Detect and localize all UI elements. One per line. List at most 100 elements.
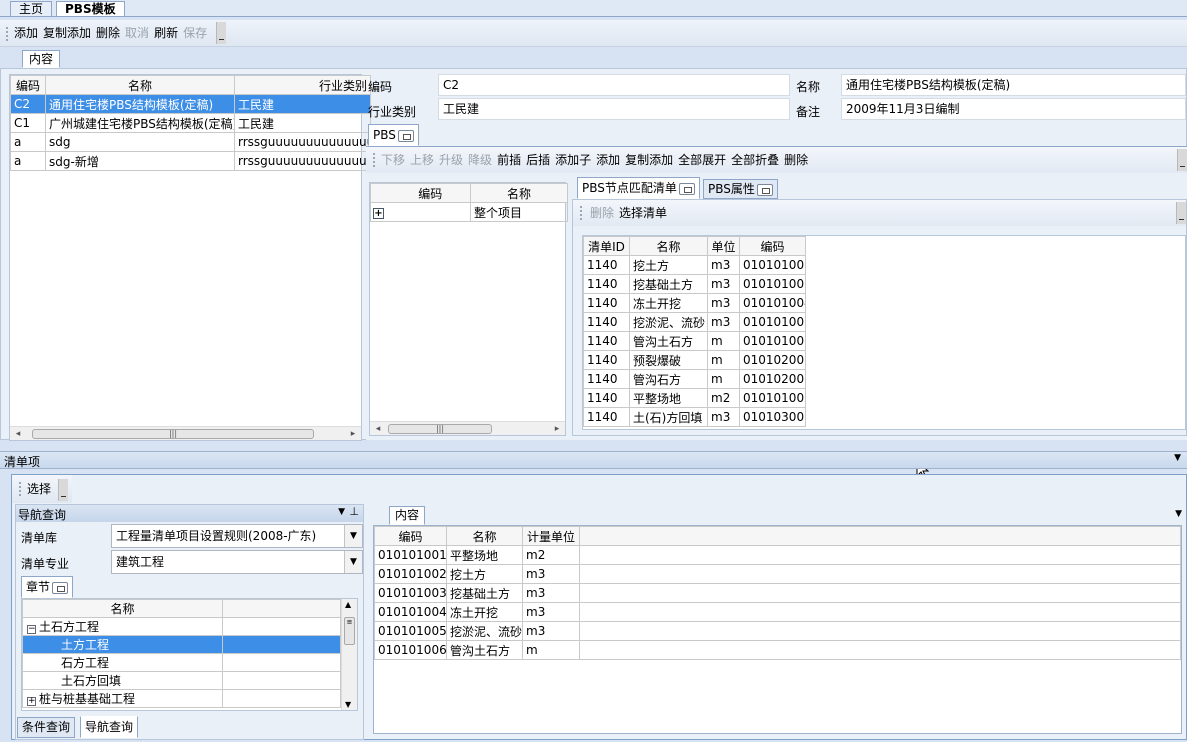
col-header-name[interactable]: 名称 [22,599,223,618]
tree-row[interactable]: 土石方回填 [22,671,341,690]
collapse-chevron-icon[interactable]: ▼ [1174,453,1181,463]
chevron-down-icon[interactable]: ▼ [344,551,362,573]
lib-select[interactable]: 工程量清单项目设置规则(2008-广东) ▼ [111,524,363,548]
pbs-add-button[interactable]: 添加 [596,153,620,167]
col-header-name[interactable]: 名称 [446,526,523,546]
table-row[interactable]: asdg-新增rrssguuuuuuuuuuuuuuuu [10,151,371,171]
upgrade-button[interactable]: 升级 [439,153,463,167]
scroll-left-icon[interactable]: ◂ [372,422,384,436]
major-select[interactable]: 建筑工程 ▼ [111,550,363,574]
tab-match-list[interactable]: PBS节点匹配清单 [577,177,700,199]
expand-all-button[interactable]: 全部展开 [678,153,726,167]
table-row[interactable]: C2 通用住宅楼PBS结构模板(定稿) 工民建 [10,94,371,114]
col-header-unit[interactable]: 单位 [707,236,740,256]
col-header-code[interactable]: 编码 [10,75,46,95]
collapse-icon[interactable]: − [27,625,36,634]
copy-add-button[interactable]: 复制添加 [43,26,91,40]
cancel-button[interactable]: 取消 [125,26,149,40]
tree-row[interactable]: + 桩与桩基基础工程 [22,689,341,708]
scroll-right-icon[interactable]: ▸ [347,427,359,441]
toolbar-overflow-button[interactable] [216,22,226,44]
scroll-thumb[interactable]: ≡ [344,617,355,645]
tab-chapter[interactable]: 章节 [21,576,74,598]
select-button[interactable]: 选择 [27,482,51,496]
refresh-button[interactable]: 刷新 [154,26,178,40]
pbs-toolbar-overflow-button[interactable] [1177,149,1187,171]
table-row[interactable]: asdgrrssguuuuuuuuuuuuuuuu [10,132,371,152]
expand-icon[interactable]: + [373,208,384,219]
table-row[interactable]: 1140 冻土开挖 m3 010101004 [583,293,806,313]
table-row[interactable]: 1140 管沟石方 m 010102003 [583,369,806,389]
pin-icon[interactable] [52,581,69,594]
table-row[interactable]: 1140 预裂爆破 m 010102001 [583,350,806,370]
pbs-tree-hscrollbar[interactable]: ◂ ||| ▸ [370,421,565,435]
table-row[interactable]: 010101001 平整场地 m2 [374,545,1181,565]
col-header-code[interactable]: 编码 [739,236,806,256]
pin-icon[interactable] [678,182,695,195]
table-row[interactable]: 1140 挖基础土方 m3 010101003 [583,274,806,294]
table-row[interactable]: 010101004 冻土开挖 m3 [374,602,1181,622]
tab-pbs-props[interactable]: PBS属性 [703,179,778,199]
scroll-down-icon[interactable]: ▼ [345,700,351,709]
remark-field[interactable]: 2009年11月3日编制 [841,98,1186,120]
collapse-all-button[interactable]: 全部折叠 [731,153,779,167]
col-header-list-id[interactable]: 清单ID [583,236,630,256]
match-delete-button[interactable]: 删除 [590,206,614,220]
pin-icon[interactable] [756,183,773,196]
table-row[interactable]: 1140 平整场地 m2 010101001 [583,388,806,408]
scroll-left-icon[interactable]: ◂ [12,427,24,441]
move-up-button[interactable]: 上移 [410,153,434,167]
pin-icon[interactable]: ⊥ [349,505,359,518]
col-header-unit[interactable]: 计量单位 [522,526,580,546]
scroll-thumb[interactable]: ||| [32,429,314,439]
table-row[interactable]: 010101006 管沟土石方 m [374,640,1181,660]
scroll-thumb[interactable]: ||| [388,424,492,434]
move-down-button[interactable]: 下移 [381,153,405,167]
scroll-right-icon[interactable]: ▸ [551,422,563,436]
table-row[interactable]: 010101005 挖淤泥、流砂 m3 [374,621,1181,641]
chevron-down-icon[interactable]: ▼ [344,525,362,547]
tab-items-content[interactable]: 内容 [389,506,426,525]
name-field[interactable]: 通用住宅楼PBS结构模板(定稿) [841,74,1186,96]
tab-pbs-template[interactable]: PBS模板 [56,1,125,16]
table-row[interactable]: C1 广州城建住宅楼PBS结构模板(定稿) 工民建 [10,113,371,133]
template-list-hscrollbar[interactable]: ◂ ||| ▸ [10,426,361,440]
tab-pbs[interactable]: PBS [368,124,419,146]
match-toolbar-overflow-button[interactable] [1176,202,1186,224]
code-field[interactable]: C2 [438,74,790,96]
tab-content[interactable]: 内容 [22,50,61,68]
col-header-name[interactable]: 名称 [45,75,235,95]
table-row[interactable]: 010101003 挖基础土方 m3 [374,583,1181,603]
table-row[interactable]: 1140 挖土方 m3 010101002 [583,255,806,275]
col-header-industry[interactable]: 行业类别 [234,75,371,95]
add-button[interactable]: 添加 [14,26,38,40]
tree-row[interactable]: 石方工程 [22,653,341,672]
tab-nav-query[interactable]: 导航查询 [80,716,139,738]
delete-button[interactable]: 删除 [96,26,120,40]
tree-row[interactable]: − 土石方工程 [22,617,341,636]
pbs-delete-button[interactable]: 删除 [784,153,808,167]
select-list-button[interactable]: 选择清单 [619,206,667,220]
pbs-toolbar-grip[interactable] [373,153,376,167]
tab-condition-query[interactable]: 条件查询 [17,717,76,738]
insert-after-button[interactable]: 后插 [526,153,550,167]
bottom-toolbar-grip[interactable] [19,482,22,496]
table-row[interactable]: 010101002 挖土方 m3 [374,564,1181,584]
pin-icon[interactable] [397,129,414,142]
table-row[interactable]: 1140 挖淤泥、流砂 m3 010101005 [583,312,806,332]
col-header-code[interactable]: 编码 [374,526,447,546]
bottom-toolbar-overflow-button[interactable] [58,479,68,501]
downgrade-button[interactable]: 降级 [468,153,492,167]
expand-icon[interactable]: + [27,697,36,706]
table-row[interactable]: 1140 管沟土石方 m 010101006 [583,331,806,351]
dropdown-arrow-icon[interactable]: ▼ [338,507,345,517]
insert-before-button[interactable]: 前插 [497,153,521,167]
tree-row[interactable]: + 整个项目 [370,202,568,222]
col-header-name[interactable]: 名称 [629,236,708,256]
chapter-tree-vscrollbar[interactable]: ▲ ≡ ▼ [341,599,357,710]
scroll-up-icon[interactable]: ▲ [345,600,351,609]
toolbar-grip[interactable] [6,27,9,41]
match-toolbar-grip[interactable] [580,206,583,220]
col-header-name[interactable]: 名称 [470,183,568,203]
tab-home[interactable]: 主页 [10,1,53,16]
